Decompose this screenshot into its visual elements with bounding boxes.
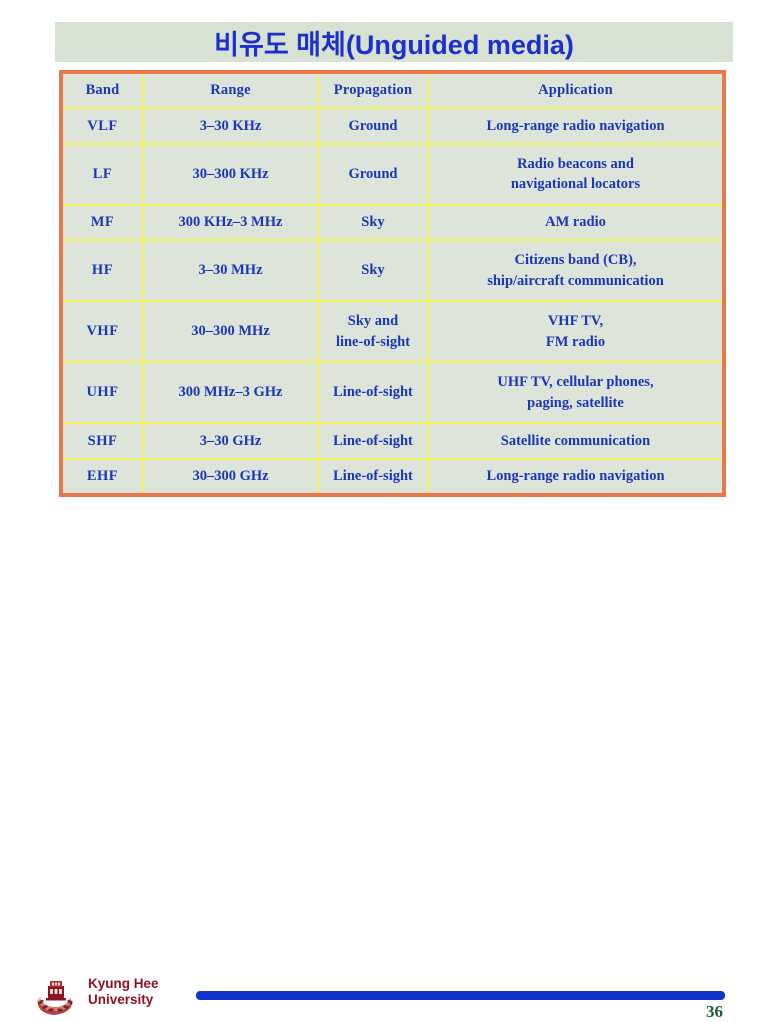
cell-text-line: ship/aircraft communication [487,272,664,289]
table-row: SHF 3–30 GHz Line-of-sight Satellite commun… [63,422,722,460]
footer-accent-bar [196,991,725,1000]
cell-text-line: Sky [361,262,385,279]
university-name-line2: University [88,992,154,1008]
table-header-row: Band Range Propagation Application [63,74,722,110]
cell-text-line: Line-of-sight [333,384,413,401]
cell-text-line: Sky [361,214,385,231]
table-row: UHF 300 MHz–3 GHz Line-of-sight UHF TV, cel… [63,361,722,425]
cell-application: Citizens band (CB), ship/aircraft communi… [427,239,722,303]
cell-text-line: Ground [348,165,398,182]
cell-propagation: Line-of-sight [317,422,429,460]
cell-text-line: line-of-sight [335,333,411,350]
cell-text-line: Satellite communication [500,432,651,449]
cell-propagation: Ground [317,107,429,145]
university-name: Kyung Hee University [88,976,208,1008]
column-header-propagation: Propagation [317,74,429,110]
cell-text-line: Line-of-sight [333,432,413,449]
table-row: VLF 3–30 KHz Ground Long-range radio naviga… [63,107,722,145]
cell-band: MF [63,203,144,242]
cell-application: Radio beacons and navigational locators [427,142,722,206]
kyung-hee-crest-icon [32,977,80,1017]
cell-text-line: Radio beacons and [517,155,634,172]
page-title: 비유도 매체(Unguided media) [214,29,574,60]
cell-band: VHF [63,300,144,364]
cell-text-line: FM radio [545,333,606,350]
cell-propagation: Sky [317,203,429,242]
column-header-application: Application [427,74,722,110]
cell-text-line: AM radio [545,214,606,231]
cell-range: 30–300 KHz [142,142,319,206]
slide-canvas: 비유도 매체(Unguided media) Band Range Propagat… [0,0,780,1021]
cell-range: 300 MHz–3 GHz [142,361,319,425]
cell-text-line: UHF TV, cellular phones, [497,374,654,391]
cell-application: Long-range radio navigation [427,107,722,145]
slide-footer: Kyung Hee University 36 [0,487,780,1021]
cell-range: 30–300 MHz [142,300,319,364]
table-row: LF 30–300 KHz Ground Radio beacons and navig… [63,142,722,206]
cell-text-line: Long-range radio navigation [486,468,665,485]
cell-range: 3–30 GHz [142,422,319,460]
cell-propagation: Sky and line-of-sight [317,300,429,364]
cell-text-line: paging, satellite [527,394,624,411]
table-body: Band Range Propagation Application VLF 3–30 K… [63,74,722,493]
university-name-line1: Kyung Hee [88,976,159,991]
cell-range: 300 KHz–3 MHz [142,203,319,242]
table-row: MF 300 KHz–3 MHz Sky AM radio [63,203,722,242]
cell-application: UHF TV, cellular phones, paging, satellit… [427,361,722,425]
cell-range: 3–30 KHz [142,107,319,145]
frequency-band-table: Band Range Propagation Application VLF 3–30 K… [63,74,722,493]
cell-text-line: Citizens band (CB), [514,252,637,269]
cell-application: AM radio [427,203,722,242]
cell-propagation: Line-of-sight [317,361,429,425]
cell-text-line: navigational locators [510,176,641,193]
cell-text-line: VHF TV, [547,313,604,330]
cell-band: SHF [63,422,144,460]
page-number: 36 [706,1002,723,1021]
column-header-range: Range [142,74,319,110]
cell-band: LF [63,142,144,206]
cell-text-line: Long-range radio navigation [486,117,665,134]
cell-band: VLF [63,107,144,145]
cell-text-line: Sky and [347,313,399,330]
slide-title-band: 비유도 매체(Unguided media) [55,22,733,62]
column-header-band: Band [63,74,144,110]
frequency-band-table-container: Band Range Propagation Application VLF 3–30 K… [59,70,726,497]
cell-application: Satellite communication [427,422,722,460]
cell-range: 3–30 MHz [142,239,319,303]
cell-band: UHF [63,361,144,425]
cell-application: VHF TV, FM radio [427,300,722,364]
cell-text-line: Ground [348,117,398,134]
cell-propagation: Ground [317,142,429,206]
cell-band: HF [63,239,144,303]
cell-text-line: Line-of-sight [333,468,413,485]
cell-propagation: Sky [317,239,429,303]
table-row: HF 3–30 MHz Sky Citizens band (CB), ship/air… [63,239,722,303]
table-row: VHF 30–300 MHz Sky and line-of-sight VHF TV,… [63,300,722,364]
